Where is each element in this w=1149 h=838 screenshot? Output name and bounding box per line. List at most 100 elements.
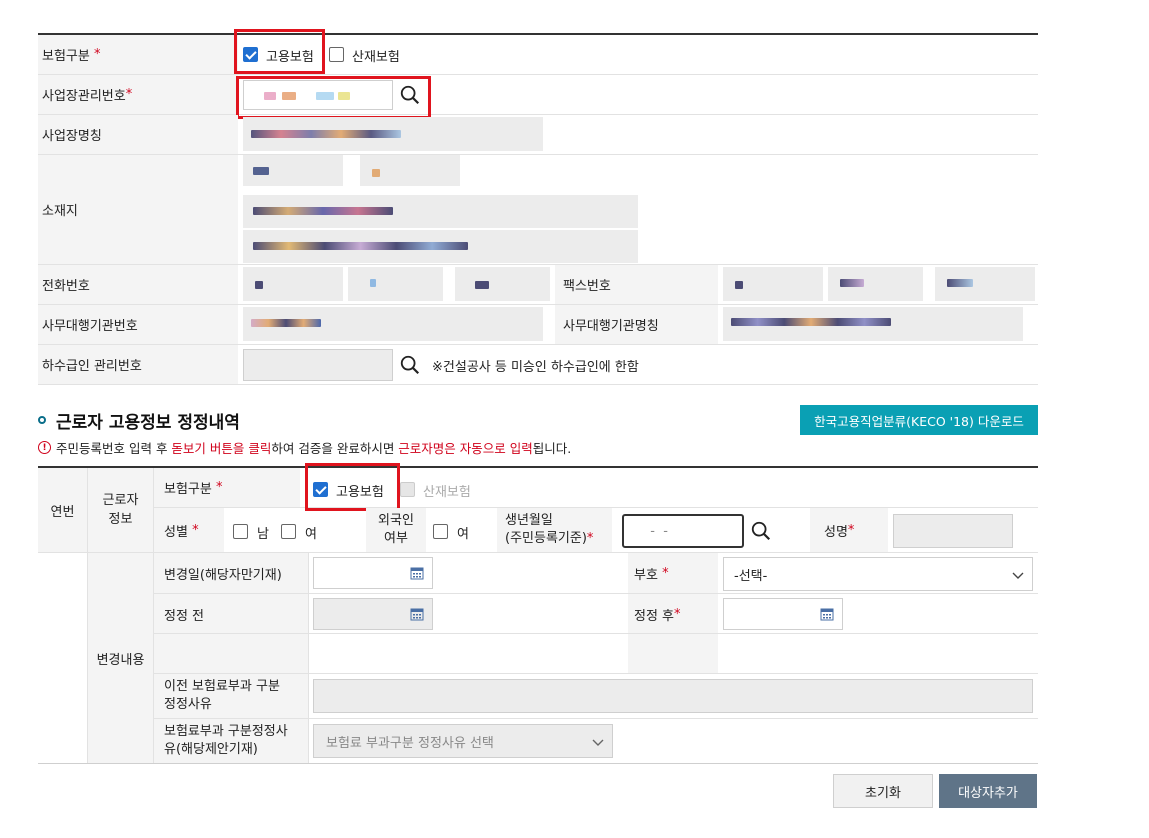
redacted-text [947,279,973,287]
location-label-cell: 소재지 [38,155,238,265]
code-label-cell: 부호 * [628,553,718,593]
fax-field-3 [935,267,1035,301]
redacted-text [253,207,393,215]
agent-no-label: 사무대행기관번호 [42,319,138,334]
notice-part: 돋보기 버튼을 클릭 [171,441,272,456]
phone-field-1 [243,267,343,301]
male-label: 남 [257,527,269,542]
birth-label-1: 생년월일 [505,513,553,528]
birth-search-button[interactable] [741,515,781,547]
chevron-down-icon [592,739,604,746]
birth-label-2: (주민등록기준) [505,531,587,546]
keco-download-button[interactable]: 한국고용직업분류(KECO '18) 다운로드 [800,405,1038,435]
prev-reason-label-1: 이전 보험료부과 구분 [164,679,280,694]
foreigner-option-label: 여 [457,527,469,542]
address-field-1 [243,195,638,228]
business-name-label: 사업장명칭 [42,129,102,144]
seq-label: 연번 [50,504,75,520]
birth-date-value: - - [642,523,668,539]
agent-name-label-cell: 사무대행기관명칭 [555,305,718,345]
subcontract-search-button[interactable] [390,349,430,381]
table-bottom-border [38,763,1038,764]
code-select[interactable]: -선택- [723,557,1033,591]
agent-no-label-cell: 사무대행기관번호 [38,305,238,345]
warning-icon: ! [38,441,51,454]
birth-label-cell: 생년월일 (주민등록기준)* [497,508,612,553]
fax-field-2 [828,267,923,301]
agent-name-label: 사무대행기관명칭 [563,319,659,334]
subcontract-label: 하수급인 관리번호 [42,359,142,374]
empty-label-cell-2 [628,634,718,674]
redacted-text [251,319,321,327]
male-checkbox[interactable] [233,524,248,539]
bullet-icon [38,416,46,424]
reset-button[interactable]: 초기화 [833,774,933,808]
subcontract-note: ※건설공사 등 미승인 하수급인에 한함 [432,360,639,375]
zip-code-field-2 [360,155,460,186]
required-mark: * [662,565,669,581]
reason-select-value: 보험료 부과구분 정정사유 선택 [326,735,494,751]
worker-insurance-label-cell: 보험구분 * [154,468,300,508]
redacted-text [253,167,269,175]
worker-info-label-2: 정보 [108,512,133,527]
redacted-text [255,281,263,289]
phone-label: 전화번호 [42,279,90,294]
name-label: 성명 [824,524,848,540]
insurance-type-label: 보험구분 [42,49,90,64]
code-label: 부호 [634,567,658,583]
worker-info-label-1: 근로자 [102,493,139,508]
reason-label-cell: 보험료부과 구분정정사 유(해당제안기재) [154,719,308,763]
subcontract-input[interactable] [243,349,393,381]
search-icon [400,355,420,375]
before-label-cell: 정정 전 [154,594,308,634]
industrial-insurance-checkbox[interactable] [329,47,344,62]
required-mark: * [674,606,681,622]
notice-part: 하여 검증을 완료하시면 [271,441,399,456]
required-mark: * [192,522,199,538]
row-divider [38,384,1038,385]
address-field-2 [243,230,638,263]
prev-reason-field [313,679,1033,713]
before-date-input[interactable] [313,598,433,630]
col-divider [308,553,309,763]
section-title: 근로자 고용정보 정정내역 [56,413,240,433]
redacted-text [253,242,468,250]
calendar-icon[interactable] [820,607,834,621]
search-icon [751,521,771,541]
agent-no-field [243,307,543,341]
business-no-label-cell: 사업장관리번호 * [38,75,238,115]
birth-date-input[interactable]: - - [622,514,744,548]
redacted-text [731,318,891,326]
female-checkbox[interactable] [281,524,296,539]
change-date-input[interactable] [313,557,433,589]
redacted-text [372,169,380,177]
foreigner-label-2: 여부 [384,531,408,546]
reason-label-2: 유(해당제안기재) [164,742,258,757]
seq-value-cell [38,553,88,763]
calendar-icon[interactable] [410,566,424,580]
gender-label-cell: 성별 * [154,508,224,553]
change-header-cell: 변경내용 [88,553,154,763]
after-date-input[interactable] [723,598,843,630]
highlight-box [234,29,325,74]
change-date-label-cell: 변경일(해당자만기재) [154,553,308,593]
notice: ! 주민등록번호 입력 후 돋보기 버튼을 클릭하여 검증을 완료하시면 근로자… [38,438,571,457]
change-section-label: 변경내용 [96,652,145,668]
location-label: 소재지 [42,204,78,219]
reason-select[interactable]: 보험료 부과구분 정정사유 선택 [313,724,613,758]
fax-label-cell: 팩스번호 [555,265,718,305]
required-mark: * [847,522,855,538]
add-target-button[interactable]: 대상자추가 [939,774,1037,808]
calendar-icon[interactable] [410,607,424,621]
worker-industrial-insurance-checkbox[interactable] [400,482,415,497]
redacted-text [475,281,489,289]
required-mark: * [215,480,223,495]
name-field [893,514,1013,548]
name-label-cell: 성명 * [810,508,888,553]
foreigner-label-1: 외국인 [378,513,414,528]
code-select-value: -선택- [734,568,768,584]
insurance-type-label-cell: 보험구분 * [38,35,238,75]
before-label: 정정 전 [164,608,205,624]
female-label: 여 [305,527,317,542]
foreigner-checkbox[interactable] [433,524,448,539]
